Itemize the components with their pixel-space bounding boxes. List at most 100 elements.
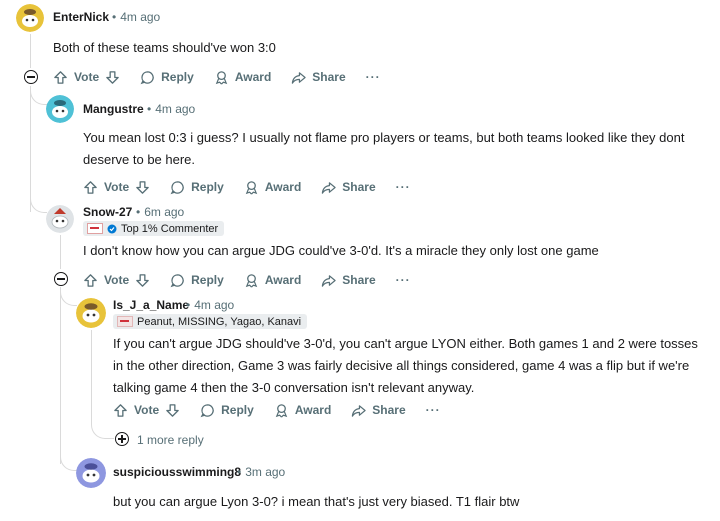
- avatar[interactable]: [76, 458, 106, 488]
- vote-control: Vote: [113, 403, 180, 418]
- thread-curve: [91, 410, 114, 439]
- downvote-icon[interactable]: [135, 180, 150, 195]
- comment-actions: Vote Reply Award Share ···: [83, 270, 411, 290]
- reply-icon: [170, 180, 184, 194]
- reply-icon: [200, 403, 214, 417]
- thread-curve: [60, 446, 77, 471]
- downvote-icon[interactable]: [105, 70, 120, 85]
- more-options-button[interactable]: ···: [366, 70, 381, 84]
- award-button[interactable]: Award: [214, 70, 271, 85]
- reply-button[interactable]: Reply: [200, 403, 254, 418]
- comment-body: If you can't argue JDG should've 3-0'd, …: [113, 336, 698, 395]
- award-label: Award: [264, 180, 302, 194]
- comment-body: but you can argue Lyon 3-0? i mean that'…: [113, 494, 520, 509]
- avatar[interactable]: [16, 4, 44, 32]
- reply-button[interactable]: Reply: [170, 180, 224, 195]
- comment-author[interactable]: Snow-27: [83, 205, 132, 219]
- expand-replies-icon[interactable]: [115, 432, 129, 446]
- share-label: Share: [372, 403, 406, 417]
- comment-time: • 6m ago: [136, 205, 185, 219]
- more-options-button[interactable]: ···: [396, 273, 411, 287]
- comment-actions: Vote Reply Award Share ···: [53, 67, 381, 87]
- comment-time: • 4m ago: [112, 10, 161, 24]
- vote-label: Vote: [134, 403, 160, 417]
- share-button[interactable]: Share: [291, 70, 346, 85]
- downvote-icon[interactable]: [165, 403, 180, 418]
- thread-curve: [30, 86, 47, 105]
- commenter-badge-icon: [107, 224, 117, 233]
- upvote-icon[interactable]: [113, 403, 128, 418]
- thread-curve: [60, 287, 77, 306]
- vote-label: Vote: [104, 180, 130, 194]
- avatar[interactable]: [46, 205, 74, 233]
- comment-body: Both of these teams should've won 3:0: [53, 40, 276, 55]
- share-label: Share: [312, 70, 346, 84]
- award-label: Award: [264, 273, 302, 287]
- share-icon: [292, 71, 306, 84]
- downvote-icon[interactable]: [135, 273, 150, 288]
- vote-label: Vote: [104, 273, 130, 287]
- avatar[interactable]: [76, 298, 106, 328]
- collapse-toggle[interactable]: [24, 70, 38, 84]
- reply-label: Reply: [191, 273, 224, 287]
- share-icon: [322, 181, 336, 194]
- share-button[interactable]: Share: [321, 273, 376, 288]
- reply-icon: [170, 273, 184, 287]
- thread-line: [60, 287, 61, 464]
- comment-author[interactable]: EnterNick: [53, 10, 109, 24]
- thread-line: [30, 34, 31, 68]
- award-button[interactable]: Award: [274, 403, 331, 418]
- flair-text: Top 1% Commenter: [121, 222, 219, 235]
- comment-body: You mean lost 0:3 i guess? I usually not…: [83, 130, 685, 167]
- reply-button[interactable]: Reply: [170, 273, 224, 288]
- reply-label: Reply: [191, 180, 224, 194]
- team-flair-icon: [117, 316, 133, 327]
- comment-actions: Vote Reply Award Share ···: [113, 400, 441, 420]
- thread-line: [30, 86, 31, 212]
- user-flair: Top 1% Commenter: [83, 221, 225, 236]
- reply-icon: [140, 70, 154, 84]
- comment-body: I don't know how you can argue JDG could…: [83, 243, 599, 258]
- upvote-icon[interactable]: [53, 70, 68, 85]
- comment-author[interactable]: suspiciousswimming8: [113, 465, 241, 479]
- share-icon: [322, 274, 336, 287]
- thread-curve: [30, 196, 47, 213]
- share-label: Share: [342, 273, 376, 287]
- award-icon: [245, 180, 258, 194]
- share-button[interactable]: Share: [351, 403, 406, 418]
- award-label: Award: [294, 403, 332, 417]
- award-icon: [275, 403, 288, 417]
- vote-control: Vote: [83, 180, 150, 195]
- comment-author[interactable]: Is_J_a_Name: [113, 298, 189, 312]
- reply-label: Reply: [161, 70, 194, 84]
- flair-text: Peanut, MISSING, Yagao, Kanavi: [137, 315, 302, 328]
- reply-label: Reply: [221, 403, 254, 417]
- comment-time: • 4m ago: [186, 298, 235, 312]
- share-button[interactable]: Share: [321, 180, 376, 195]
- comment-time: • 3m ago: [237, 465, 286, 479]
- comment-author[interactable]: Mangustre: [83, 102, 144, 116]
- award-button[interactable]: Award: [244, 180, 301, 195]
- upvote-icon[interactable]: [83, 180, 98, 195]
- more-options-button[interactable]: ···: [426, 403, 441, 417]
- more-replies-link[interactable]: 1 more reply: [137, 433, 204, 447]
- vote-control: Vote: [53, 70, 120, 85]
- award-label: Award: [234, 70, 272, 84]
- vote-control: Vote: [83, 273, 150, 288]
- avatar[interactable]: [46, 95, 74, 123]
- team-flair-icon: [87, 223, 103, 234]
- vote-label: Vote: [74, 70, 100, 84]
- share-icon: [352, 404, 366, 417]
- share-label: Share: [342, 180, 376, 194]
- comment-time: • 4m ago: [147, 102, 196, 116]
- upvote-icon[interactable]: [83, 273, 98, 288]
- user-flair: Peanut, MISSING, Yagao, Kanavi: [113, 314, 308, 329]
- award-icon: [245, 273, 258, 287]
- thread-line: [91, 330, 92, 422]
- more-options-button[interactable]: ···: [396, 180, 411, 194]
- award-icon: [215, 70, 228, 84]
- thread-line: [60, 235, 61, 269]
- award-button[interactable]: Award: [244, 273, 301, 288]
- reply-button[interactable]: Reply: [140, 70, 194, 85]
- collapse-toggle[interactable]: [54, 272, 68, 286]
